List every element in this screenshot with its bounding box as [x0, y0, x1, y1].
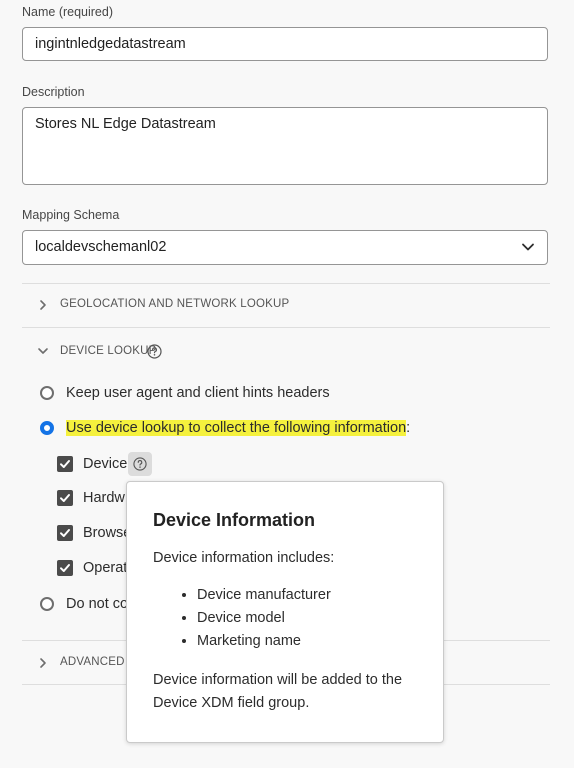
checkbox-label: Hardw	[83, 490, 125, 506]
checkbox-checked[interactable]	[57, 456, 73, 472]
popover-footer: Device information will be added to the …	[153, 672, 403, 711]
list-item: Device manufacturer	[197, 584, 417, 607]
radio-keep-headers-label: Keep user agent and client hints headers	[66, 385, 330, 401]
help-icon	[133, 457, 147, 471]
description-textarea[interactable]: Stores NL Edge Datastream	[22, 107, 548, 185]
divider	[22, 327, 550, 328]
radio-button-selected[interactable]	[40, 421, 54, 435]
accordion-geolocation-title: GEOLOCATION AND NETWORK LOOKUP	[60, 298, 290, 310]
description-label: Description	[22, 85, 85, 99]
schema-select[interactable]: localdevschemanl02	[22, 230, 548, 265]
divider	[22, 283, 550, 284]
accordion-device-lookup-title: DEVICE LOOKUP	[60, 345, 157, 357]
schema-label: Mapping Schema	[22, 208, 120, 222]
checkbox-checked[interactable]	[57, 525, 73, 541]
name-label: Name (required)	[22, 5, 114, 19]
list-item: Device model	[197, 607, 417, 630]
help-icon[interactable]	[147, 344, 162, 359]
list-item: Marketing name	[197, 630, 417, 653]
radio-use-device-lookup[interactable]: Use device lookup to collect the followi…	[40, 420, 410, 436]
checkbox-label: Device	[83, 456, 128, 472]
checkbox-checked[interactable]	[57, 560, 73, 576]
checkbox-browser[interactable]: Browse	[57, 525, 131, 541]
name-input[interactable]: ingintnledgedatastream	[22, 27, 548, 61]
schema-select-value: localdevschemanl02	[35, 239, 167, 255]
radio-button[interactable]	[40, 386, 54, 400]
checkbox-device[interactable]: Device	[57, 452, 153, 476]
popover-title: Device Information	[153, 510, 316, 530]
chevron-down-icon	[38, 348, 48, 354]
checkbox-operating-system[interactable]: Operat	[57, 560, 127, 576]
radio-use-device-lookup-suffix: :	[406, 420, 411, 436]
popover-list: Device manufacturer Device model Marketi…	[153, 584, 417, 653]
radio-keep-headers[interactable]: Keep user agent and client hints headers	[40, 385, 330, 401]
device-info-popover: Device Information Device information in…	[126, 481, 444, 743]
checkbox-checked[interactable]	[57, 490, 73, 506]
name-input-value: ingintnledgedatastream	[35, 36, 186, 52]
description-value: Stores NL Edge Datastream	[35, 116, 216, 132]
checkbox-label: Browse	[83, 525, 132, 541]
radio-use-device-lookup-label: Use device lookup to collect the followi…	[66, 420, 407, 436]
checkbox-hardware[interactable]: Hardw	[57, 490, 125, 506]
checkbox-label: Operat	[83, 560, 128, 576]
chevron-down-icon	[522, 243, 534, 251]
radio-do-not-collect-label: Do not co	[66, 596, 129, 612]
chevron-right-icon	[40, 300, 46, 310]
device-help-button[interactable]	[128, 452, 153, 476]
radio-button[interactable]	[40, 597, 54, 611]
chevron-right-icon	[40, 658, 46, 668]
popover-intro: Device information includes:	[153, 550, 335, 566]
radio-do-not-collect[interactable]: Do not co	[40, 596, 128, 612]
